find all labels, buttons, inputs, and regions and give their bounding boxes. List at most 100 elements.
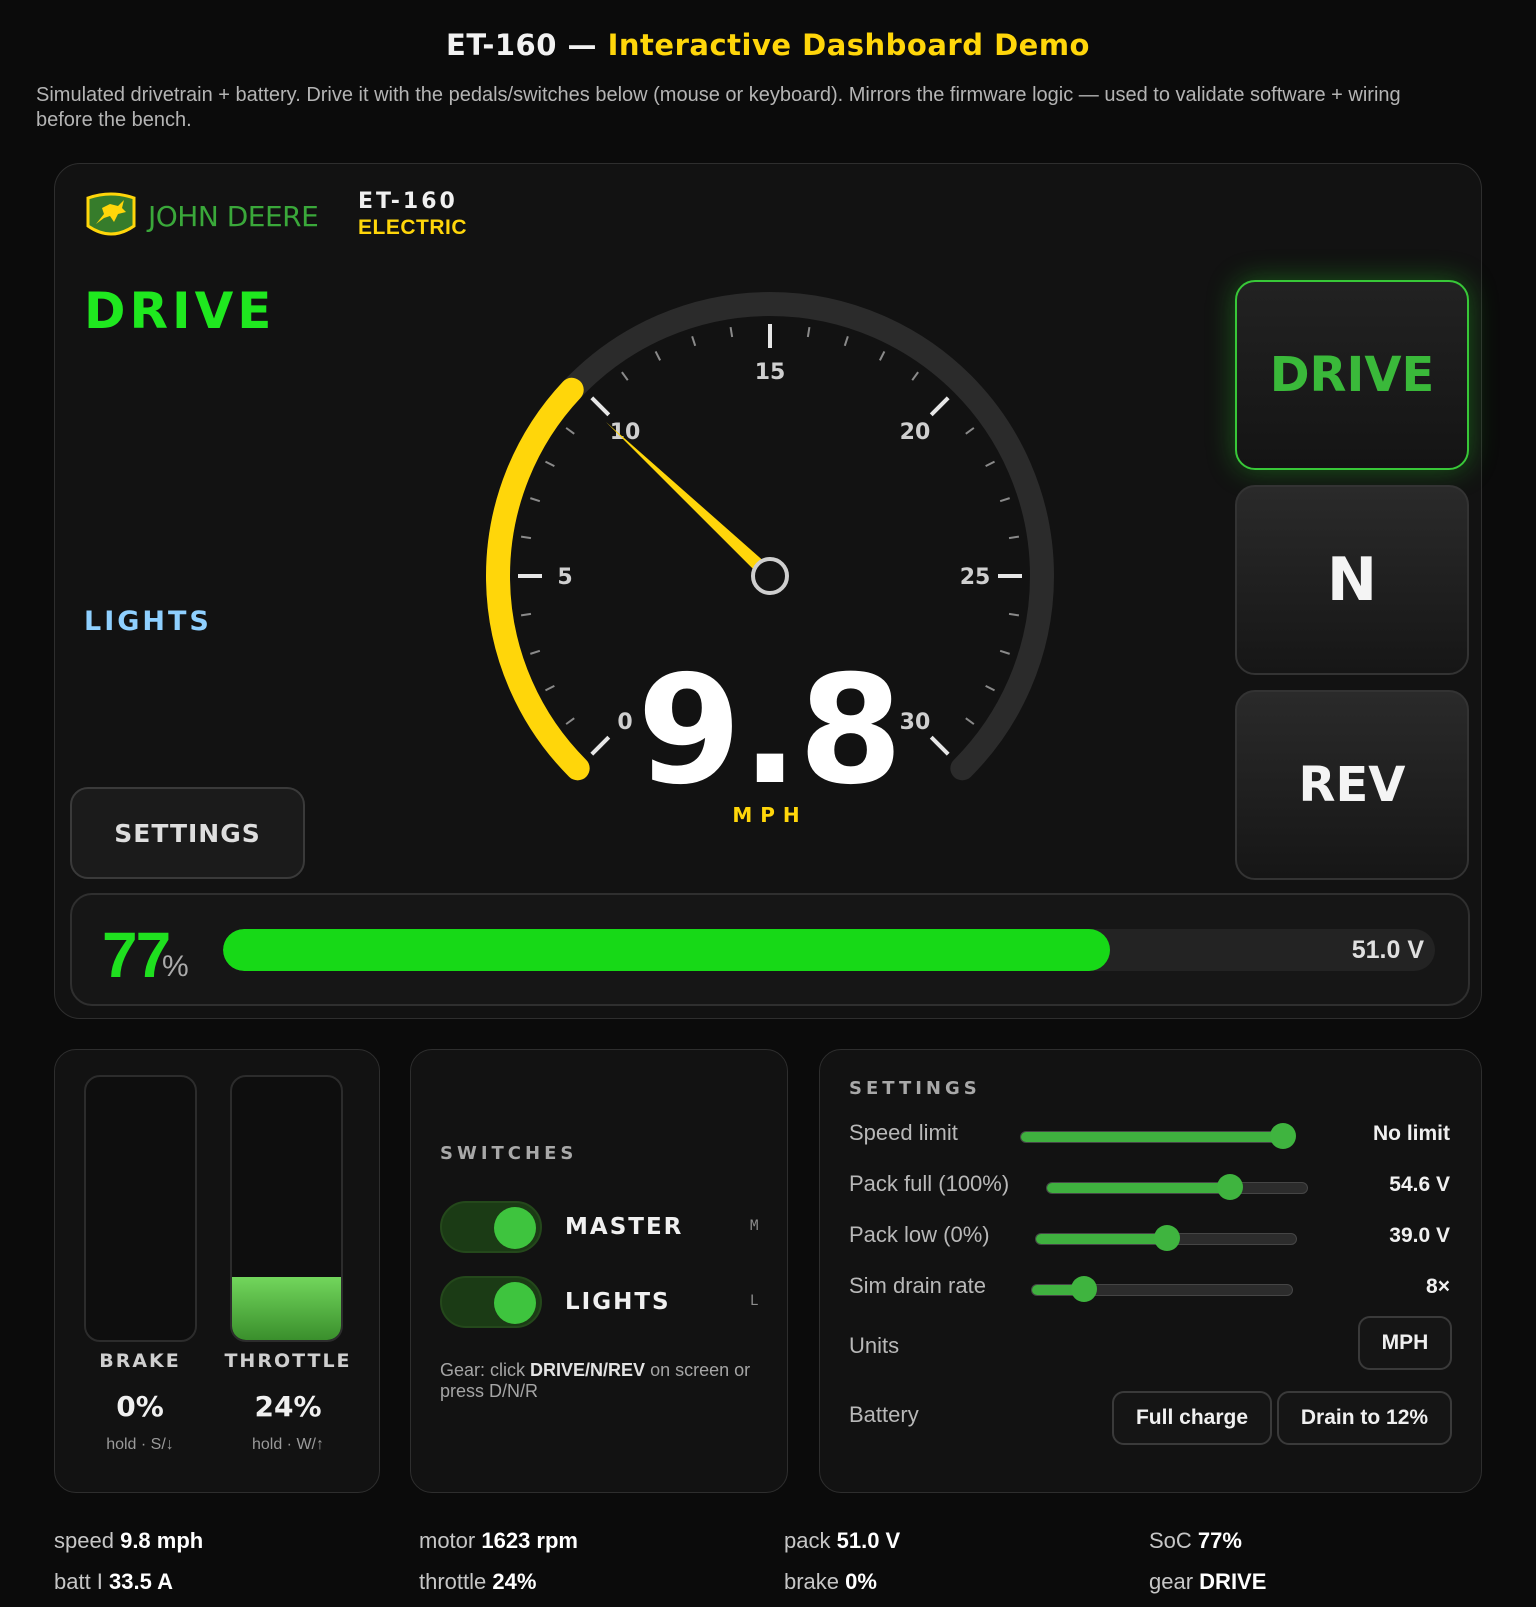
gauge-minor-tick [520,612,532,617]
telemetry-soc: SoC 77% [1149,1528,1242,1554]
gauge-minor-tick [985,460,995,468]
gauge-hub [751,557,789,595]
brake-value: 0% [116,1390,164,1423]
gauge-minor-tick [911,371,919,381]
telemetry-key: gear [1149,1569,1194,1594]
throttle-hint: hold · W/↑ [251,1436,324,1453]
gauge-minor-tick [530,497,541,503]
gear-neutral-button[interactable]: N [1235,485,1469,675]
gauge-minor-tick [545,460,555,468]
deere-logo-icon [86,192,136,236]
gauge-tick-label: 0 [617,710,632,735]
pack-full-slider[interactable] [1046,1174,1308,1200]
telemetry-batt-current: batt I 33.5 A [54,1569,173,1595]
telemetry-key: batt I [54,1569,103,1594]
telemetry-brake: brake 0% [784,1569,877,1595]
gear-indicator: DRIVE [84,282,276,340]
gauge-minor-tick [545,684,555,692]
battery-bar-fill [223,929,1110,971]
lights-key: L [750,1293,759,1309]
lights-indicator: LIGHTS [84,606,212,637]
full-charge-button[interactable]: Full charge [1112,1391,1272,1445]
telemetry-value: 77% [1197,1528,1242,1553]
lights-label: LIGHTS [565,1289,671,1315]
gauge-minor-tick [691,336,697,347]
brake-label: BRAKE [99,1350,181,1372]
telemetry-key: SoC [1149,1528,1192,1553]
speed-limit-slider[interactable] [1020,1123,1296,1149]
drain-battery-button[interactable]: Drain to 12% [1277,1391,1452,1445]
model-subtitle: ELECTRIC [358,216,467,239]
gear-reverse-button[interactable]: REV [1235,690,1469,880]
units-label: Units [849,1333,900,1358]
pack-low-label: Pack low (0%) [849,1222,990,1247]
gauge-minor-tick [654,351,662,361]
telemetry-speed: speed 9.8 mph [54,1528,203,1554]
settings-button[interactable]: SETTINGS [70,787,305,879]
speed-unit: MPH [732,803,807,827]
switches-title: SWITCHES [440,1143,578,1164]
brand-name: JOHN DEERE [148,200,319,233]
gauge-minor-tick [565,717,575,725]
gauge-minor-tick [1008,612,1020,617]
gauge-tick-label: 30 [900,710,931,735]
gauge-minor-tick [985,684,995,692]
brake-pedal[interactable] [84,1075,197,1342]
master-key: M [750,1218,759,1234]
model-name: ET-160 [358,189,458,214]
drain-rate-slider[interactable] [1031,1276,1293,1302]
pack-low-slider[interactable] [1035,1225,1297,1251]
throttle-value: 24% [254,1390,322,1423]
settings-title: SETTINGS [849,1078,981,1099]
master-toggle[interactable] [440,1201,542,1253]
speed-limit-label: Speed limit [849,1120,958,1145]
pack-full-label: Pack full (100%) [849,1171,1010,1196]
title-prefix: ET-160 — [446,28,598,62]
slider-fill [1047,1183,1229,1193]
gear-drive-button[interactable]: DRIVE [1235,280,1469,470]
gauge-minor-tick [999,497,1010,503]
units-toggle-button[interactable]: MPH [1358,1316,1452,1370]
gauge-minor-tick [806,326,811,338]
slider-fill [1036,1234,1166,1244]
settings-panel: SETTINGS Speed limit No limit Pack full … [819,1049,1482,1493]
speedometer: 0 5 10 15 20 25 30 9.8 MPH [486,292,1054,827]
gauge-tick-label: 25 [960,565,991,590]
lights-toggle[interactable] [440,1276,542,1328]
gauge-minor-tick [999,649,1010,655]
gauge-minor-tick [729,326,734,338]
gauge-major-tick [929,396,950,417]
gauge-minor-tick [965,717,975,725]
telemetry-key: pack [784,1528,831,1553]
title-highlight: Interactive Dashboard Demo [607,28,1090,62]
gauge-minor-tick [965,427,975,435]
gauge-major-tick [590,396,611,417]
gauge-minor-tick [621,371,629,381]
brake-hint: hold · S/↓ [106,1436,174,1453]
gauge-tick-label: 20 [900,420,931,445]
slider-thumb[interactable] [1154,1225,1180,1251]
throttle-pedal-fill [232,1276,341,1340]
gauge-tick-label: 15 [755,360,786,385]
battery-voltage: 51.0 V [1351,936,1424,964]
pack-full-value: 54.6 V [1389,1173,1450,1196]
page-subtitle: Simulated drivetrain + battery. Drive it… [36,84,1401,131]
battery-percent-sign: % [162,950,189,983]
gauge-minor-tick [520,535,532,540]
slider-fill [1021,1132,1281,1142]
drain-rate-value: 8× [1426,1275,1450,1298]
telemetry-motor: motor 1623 rpm [419,1528,578,1554]
drain-rate-label: Sim drain rate [849,1273,986,1298]
gauge-major-tick [590,735,611,756]
gauge-minor-tick [843,336,849,347]
gauge-major-tick [929,735,950,756]
slider-thumb[interactable] [1071,1276,1098,1302]
gauge-minor-tick [530,649,541,655]
slider-thumb[interactable] [1270,1123,1296,1149]
telemetry-value: 24% [492,1569,537,1594]
telemetry-value: 33.5 A [109,1569,174,1594]
gear-hint: Gear: click DRIVE/N/REV on screen or pre… [440,1360,770,1402]
throttle-pedal[interactable] [230,1075,343,1342]
toggle-knob [494,1282,536,1324]
slider-thumb[interactable] [1217,1174,1244,1200]
